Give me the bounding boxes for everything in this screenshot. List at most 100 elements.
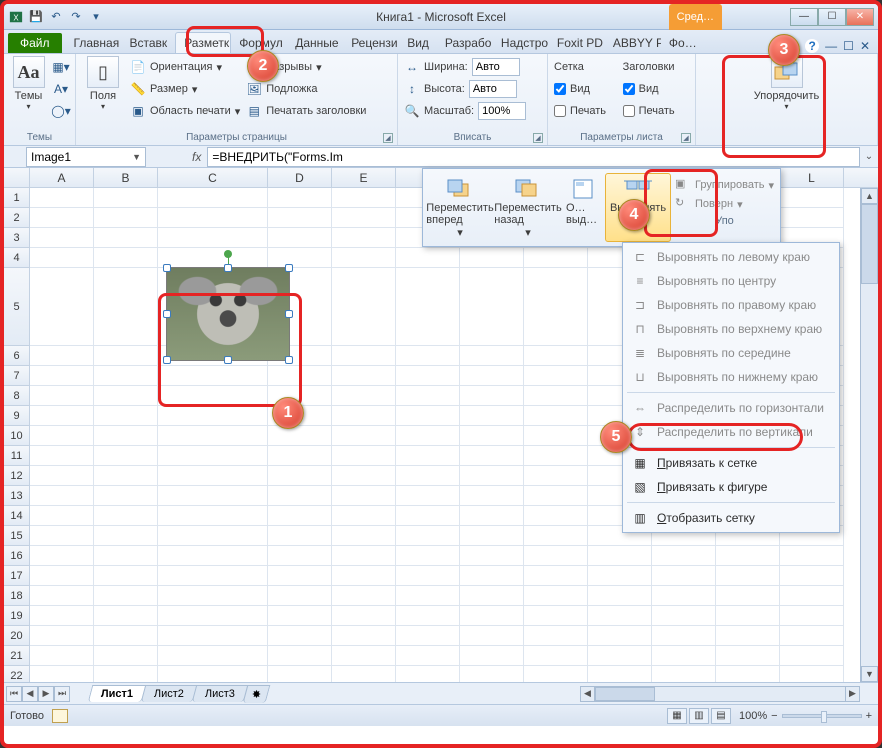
cell[interactable]: [158, 188, 268, 208]
cell[interactable]: [268, 426, 332, 446]
cell[interactable]: [332, 566, 396, 586]
zoom-level[interactable]: 100%: [739, 710, 767, 722]
margins-button[interactable]: ▯ Поля▾: [82, 56, 124, 111]
row-header[interactable]: 13: [4, 486, 30, 506]
resize-handle[interactable]: [224, 264, 232, 272]
row-header[interactable]: 15: [4, 526, 30, 546]
tab-home[interactable]: Главная: [66, 33, 122, 53]
close-button[interactable]: ✕: [846, 8, 874, 26]
cell[interactable]: [780, 666, 844, 682]
cell[interactable]: [460, 586, 524, 606]
row-header[interactable]: 20: [4, 626, 30, 646]
cell[interactable]: [396, 426, 460, 446]
row-header[interactable]: 14: [4, 506, 30, 526]
cell[interactable]: [332, 346, 396, 366]
theme-effects-button[interactable]: ◯▾: [53, 100, 69, 122]
cell[interactable]: [30, 606, 94, 626]
cell[interactable]: [268, 566, 332, 586]
new-sheet-button[interactable]: ✸: [243, 685, 271, 703]
scale-launcher-icon[interactable]: ◢: [533, 133, 543, 143]
tab-addins[interactable]: Надстро: [493, 33, 549, 53]
row-header[interactable]: 17: [4, 566, 30, 586]
cell[interactable]: [30, 208, 94, 228]
tab-page-layout[interactable]: Разметк: [175, 32, 231, 53]
cell[interactable]: [158, 546, 268, 566]
embedded-image[interactable]: [166, 267, 290, 361]
cell[interactable]: [524, 366, 588, 386]
scroll-up-icon[interactable]: ▲: [861, 188, 878, 204]
cell[interactable]: [716, 606, 780, 626]
cell[interactable]: [268, 666, 332, 682]
cell[interactable]: [158, 426, 268, 446]
cell[interactable]: [716, 546, 780, 566]
cell[interactable]: [396, 406, 460, 426]
cell[interactable]: [30, 426, 94, 446]
cell[interactable]: [268, 586, 332, 606]
cell[interactable]: [268, 446, 332, 466]
headings-print-checkbox[interactable]: [623, 105, 635, 117]
cell[interactable]: [158, 228, 268, 248]
cell[interactable]: [396, 366, 460, 386]
view-normal-icon[interactable]: ▦: [667, 708, 687, 724]
cell[interactable]: [268, 208, 332, 228]
tab-data[interactable]: Данные: [287, 33, 343, 53]
cell[interactable]: [30, 248, 94, 268]
row-header[interactable]: 12: [4, 466, 30, 486]
cell[interactable]: [94, 366, 158, 386]
cell[interactable]: [460, 486, 524, 506]
cell[interactable]: [460, 526, 524, 546]
scale-height-input[interactable]: [469, 80, 517, 98]
distribute-horizontal-item[interactable]: ⇔Распределить по горизонтали: [623, 396, 839, 420]
cell[interactable]: [30, 546, 94, 566]
cell[interactable]: [30, 188, 94, 208]
cell[interactable]: [332, 366, 396, 386]
align-middle-item[interactable]: ≣Выровнять по середине: [623, 341, 839, 365]
scroll-left-icon[interactable]: ◀: [581, 687, 595, 701]
cell[interactable]: [652, 626, 716, 646]
cell[interactable]: [94, 566, 158, 586]
cell[interactable]: [30, 466, 94, 486]
cell[interactable]: [524, 426, 588, 446]
cell[interactable]: [780, 566, 844, 586]
selection-pane-button[interactable]: О… выд…: [563, 173, 603, 242]
tab-abbyy[interactable]: ABBYY PD: [605, 33, 661, 53]
sheet-tab-1[interactable]: Лист1: [88, 685, 147, 702]
row-header[interactable]: 7: [4, 366, 30, 386]
hscroll-thumb[interactable]: [595, 687, 655, 701]
rotate-button[interactable]: ↻Поверн ▾: [675, 196, 774, 212]
cell[interactable]: [396, 248, 460, 268]
resize-handle[interactable]: [163, 356, 171, 364]
workbook-min-icon[interactable]: —: [825, 39, 837, 53]
cell[interactable]: [158, 506, 268, 526]
align-right-item[interactable]: ⊐Выровнять по правому краю: [623, 293, 839, 317]
view-pagebreak-icon[interactable]: ▤: [711, 708, 731, 724]
row-header[interactable]: 4: [4, 248, 30, 268]
cell[interactable]: [396, 606, 460, 626]
cell[interactable]: [332, 506, 396, 526]
cell[interactable]: [332, 248, 396, 268]
cell[interactable]: [94, 188, 158, 208]
zoom-slider[interactable]: [782, 714, 862, 718]
col-D[interactable]: D: [268, 168, 332, 187]
cell[interactable]: [652, 666, 716, 682]
cell[interactable]: [460, 248, 524, 268]
cell[interactable]: [588, 566, 652, 586]
cell[interactable]: [30, 526, 94, 546]
cell[interactable]: [588, 606, 652, 626]
cell[interactable]: [524, 606, 588, 626]
cell[interactable]: [524, 646, 588, 666]
cell[interactable]: [158, 366, 268, 386]
cell[interactable]: [524, 526, 588, 546]
snap-to-shape-item[interactable]: ▧Привязать к фигуре: [623, 475, 839, 499]
cell[interactable]: [460, 466, 524, 486]
cell[interactable]: [780, 188, 844, 208]
cell[interactable]: [94, 426, 158, 446]
cell[interactable]: [652, 586, 716, 606]
align-bottom-item[interactable]: ⊔Выровнять по нижнему краю: [623, 365, 839, 389]
cell[interactable]: [94, 228, 158, 248]
cell[interactable]: [158, 626, 268, 646]
cell[interactable]: [268, 188, 332, 208]
cell[interactable]: [396, 486, 460, 506]
cell[interactable]: [460, 646, 524, 666]
view-gridlines-item[interactable]: ▥Отобразить сетку: [623, 506, 839, 530]
